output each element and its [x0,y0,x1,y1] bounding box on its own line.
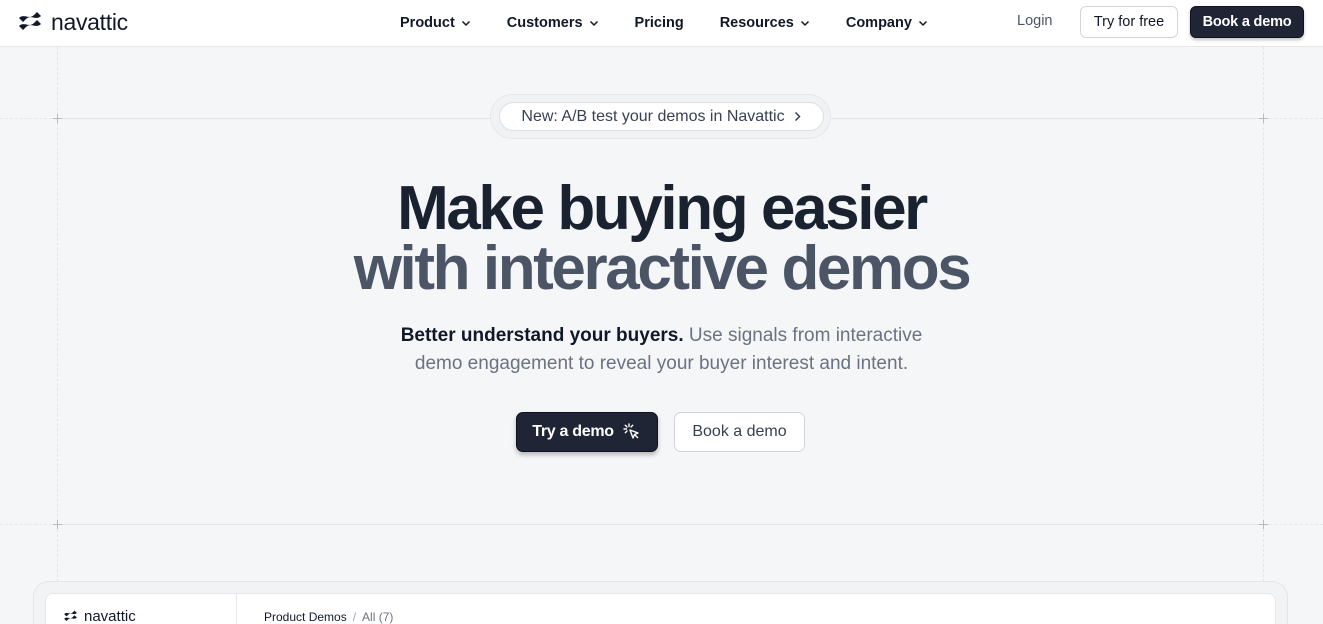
nav-item-label: Pricing [634,15,684,31]
try-a-demo-label: Try a demo [532,423,614,440]
hero-title-line-1: Make buying easier [397,174,928,243]
hero-subtitle-bold: Better understand your buyers. [400,325,684,346]
grid-corner-marker [53,114,62,123]
breadcrumb: Product Demos / All (7) [264,610,393,624]
top-navigation: navattic Product Customers Pricing Resou… [0,0,1323,47]
grid-corner-marker [1259,520,1268,529]
nav-item-label: Company [845,15,912,31]
navattic-logo-icon [64,610,77,621]
nav-item-product[interactable]: Product [400,15,471,31]
chevron-down-icon [589,20,598,27]
cursor-click-icon [623,423,639,439]
breadcrumb-separator: / [352,610,357,624]
breadcrumb-section[interactable]: Product Demos [264,610,347,624]
grid-line-top-left-ext [0,118,57,119]
grid-corner-marker [53,520,62,529]
hero-subtitle-line-2: demo engagement to reveal your buyer int… [414,353,909,374]
grid-line-right [1263,47,1264,587]
nav-item-resources[interactable]: Resources [720,15,810,31]
grid-line-bottom-right-ext [1264,524,1323,525]
hero-title-line-2: with interactive demos [353,234,972,303]
app-preview-brand: navattic [84,608,136,624]
chevron-right-icon [794,111,801,122]
announcement-label: New: A/B test your demos in Navattic [521,107,785,125]
grid-corner-marker [1259,114,1268,123]
book-demo-nav-button[interactable]: Book a demo [1190,6,1304,38]
navattic-logo-icon [19,11,41,30]
brand-logo[interactable]: navattic [17,9,128,36]
grid-line-bottom-left-ext [0,524,57,525]
login-link[interactable]: Login [1017,13,1052,29]
brand-name: navattic [51,9,128,35]
grid-line-bottom [57,524,1264,525]
try-for-free-button[interactable]: Try for free [1080,6,1178,38]
book-a-demo-button[interactable]: Book a demo [674,412,805,452]
breadcrumb-current: All (7) [362,610,394,624]
nav-item-pricing[interactable]: Pricing [635,15,684,31]
nav-item-company[interactable]: Company [846,15,928,31]
hero-subtitle-text: Use signals from interactive [688,325,923,346]
nav-item-label: Resources [719,15,794,31]
chevron-down-icon [918,20,927,27]
app-preview-logo: navattic [63,608,136,624]
announcement-pill[interactable]: New: A/B test your demos in Navattic [499,102,824,131]
nav-item-customers[interactable]: Customers [507,15,599,31]
grid-line-top-right-ext [1264,118,1323,119]
nav-item-label: Product [400,15,455,31]
app-preview-window [45,593,1276,624]
app-preview-sidebar-divider [236,593,237,624]
nav-menu: Product Customers Pricing Resources Comp… [400,0,964,46]
chevron-down-icon [461,20,470,27]
chevron-down-icon [800,20,809,27]
nav-item-label: Customers [506,15,583,31]
try-a-demo-button[interactable]: Try a demo [516,412,658,452]
grid-line-left [57,47,58,587]
hero-subtitle-line-1: Better understand your buyers. Use signa… [0,322,1323,350]
